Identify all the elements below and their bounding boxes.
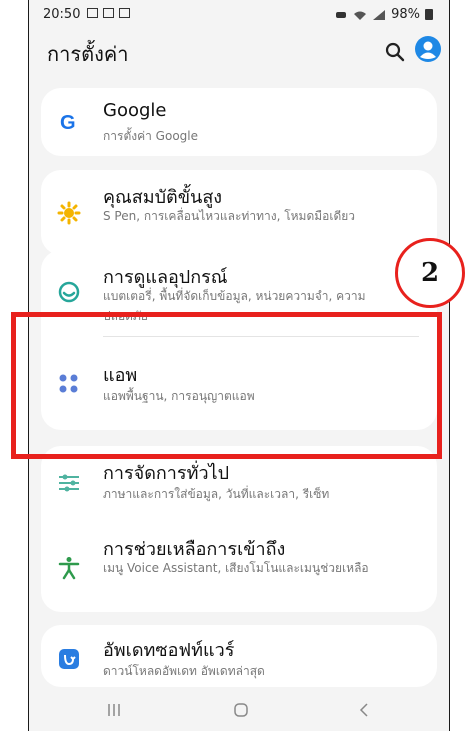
status-time: 20:50	[43, 7, 81, 22]
signal-icon	[373, 9, 386, 20]
general-accessibility-card: การจัดการทั่วไป ภาษาและการใส่ข้อมูล, วัน…	[41, 446, 437, 612]
settings-item-advanced-features[interactable]: คุณสมบัติขั้นสูง S Pen, การเคลื่อนไหวและ…	[41, 170, 437, 255]
software-update-icon	[59, 649, 79, 669]
battery-icon	[425, 9, 433, 20]
svg-text:G: G	[60, 112, 76, 134]
status-bar: 20:50 98%	[29, 0, 449, 30]
settings-item-google[interactable]: G Google การตั้งค่า Google	[41, 88, 437, 156]
item-subtitle: การตั้งค่า Google	[103, 129, 198, 143]
device-care-icon	[58, 281, 80, 303]
app-notification-icon	[119, 8, 130, 18]
navigation-bar	[29, 690, 449, 731]
profile-icon[interactable]	[415, 36, 441, 62]
step-number-badge: 2	[395, 238, 465, 308]
item-title: Google	[103, 100, 167, 121]
highlight-box	[11, 312, 442, 459]
item-subtitle: เมนู Voice Assistant, เสียงโมโนและเมนูช่…	[103, 561, 369, 575]
software-update-card: อัพเดทซอฟท์แวร์ ดาวน์โหลดอัพเดท อัพเดทล่…	[41, 625, 437, 687]
item-subtitle: ภาษาและการใส่ข้อมูล, วันที่และเวลา, รีเซ…	[103, 487, 330, 501]
advanced-features-card: คุณสมบัติขั้นสูง S Pen, การเคลื่อนไหวและ…	[41, 170, 437, 255]
notification-icons	[87, 8, 130, 18]
google-card: G Google การตั้งค่า Google	[41, 88, 437, 156]
search-icon[interactable]	[384, 41, 406, 63]
system-status-icons: 98%	[334, 7, 433, 22]
google-icon: G	[60, 112, 76, 134]
recent-apps-button[interactable]	[99, 700, 129, 720]
wifi-icon	[354, 11, 367, 20]
item-title: การจัดการทั่วไป	[103, 463, 230, 484]
battery-percentage: 98%	[391, 7, 420, 22]
general-management-icon	[59, 474, 79, 492]
back-icon	[359, 703, 368, 717]
settings-item-accessibility[interactable]: การช่วยเหลือการเข้าถึง เมนู Voice Assist…	[41, 524, 437, 612]
item-subtitle: S Pen, การเคลื่อนไหวและท่าทาง, โหมดมือเด…	[103, 209, 356, 223]
settings-item-software-update[interactable]: อัพเดทซอฟท์แวร์ ดาวน์โหลดอัพเดท อัพเดทล่…	[41, 625, 437, 687]
home-icon	[234, 703, 248, 717]
advanced-features-icon	[57, 201, 81, 225]
item-subtitle: ดาวน์โหลดอัพเดท อัพเดทล่าสุด	[103, 664, 265, 678]
accessibility-icon	[58, 557, 80, 580]
mute-icon	[336, 11, 347, 18]
item-title: อัพเดทซอฟท์แวร์	[103, 640, 235, 661]
recent-apps-icon	[108, 704, 120, 716]
back-button[interactable]	[349, 700, 379, 720]
page-title: การตั้งค่า	[47, 42, 129, 66]
gallery-notification-icon	[87, 8, 98, 18]
screenshot-notification-icon	[103, 8, 114, 18]
home-button[interactable]	[226, 700, 256, 720]
